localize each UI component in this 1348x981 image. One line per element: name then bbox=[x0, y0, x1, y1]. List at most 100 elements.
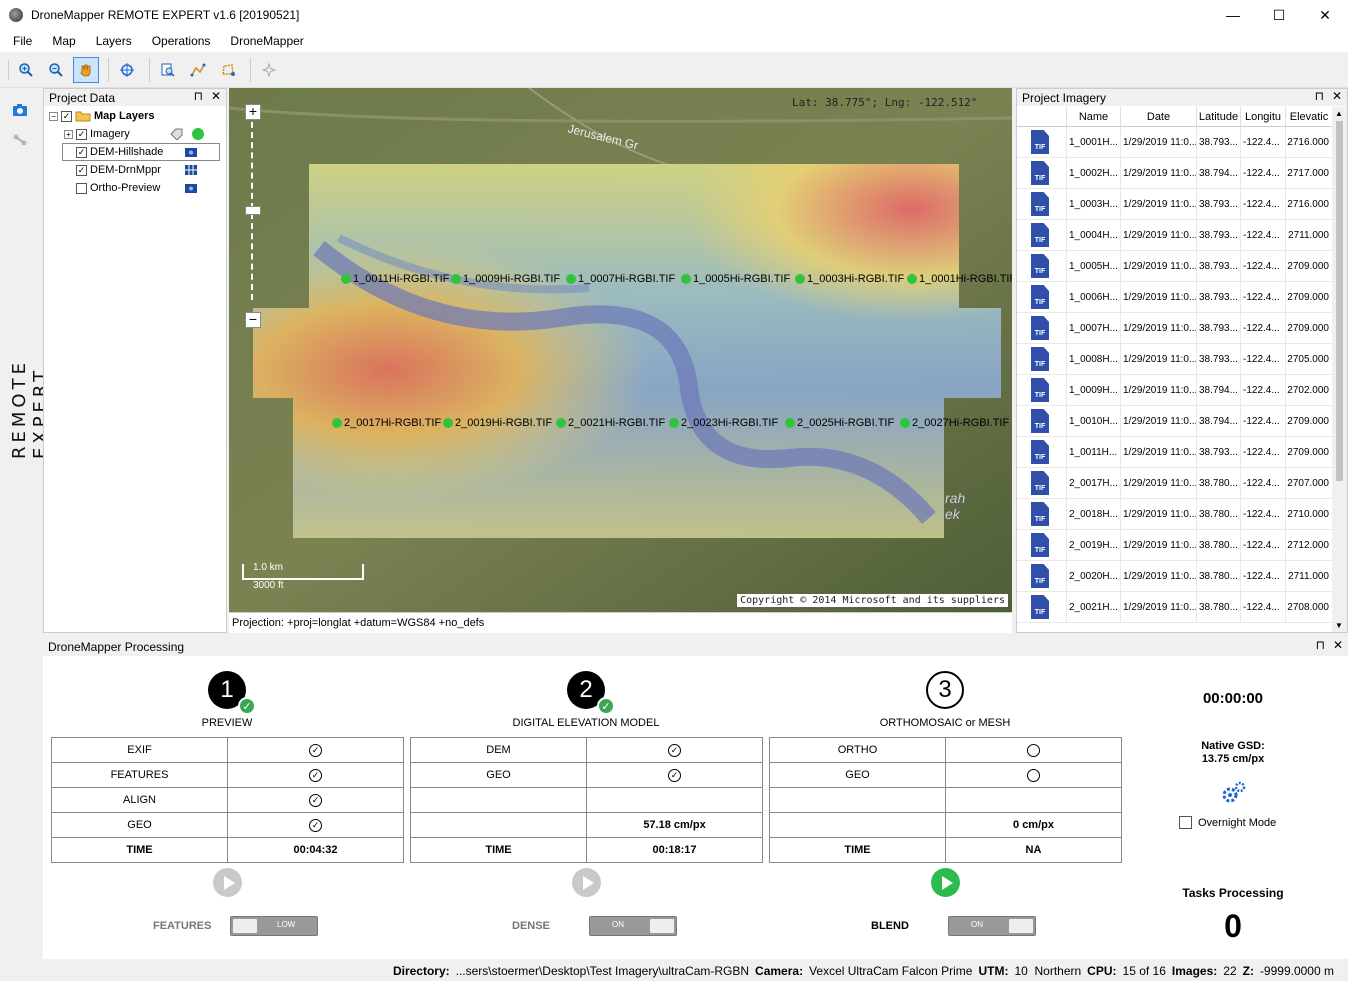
column-header-icon[interactable] bbox=[1017, 107, 1067, 126]
collapse-icon[interactable]: − bbox=[49, 111, 58, 121]
maximize-button[interactable]: ☐ bbox=[1256, 0, 1302, 30]
image-marker[interactable]: 1_0009Hi-RGBI.TIF bbox=[451, 273, 560, 285]
toggle-knob[interactable] bbox=[649, 918, 675, 934]
zoom-out-tool[interactable] bbox=[43, 57, 69, 83]
area-tool[interactable] bbox=[215, 57, 241, 83]
settings-button[interactable] bbox=[1221, 780, 1247, 807]
table-cell: 1_0009H... bbox=[1067, 375, 1121, 405]
toggle-knob[interactable] bbox=[1008, 918, 1034, 934]
utm-value: 10 Northern bbox=[1014, 963, 1082, 978]
table-row[interactable]: TIF 2_0018H... 1/29/2019 11:0... 38.780... -… bbox=[1017, 499, 1333, 530]
menu-map[interactable]: Map bbox=[45, 34, 82, 48]
table-cell: 2711.000 bbox=[1286, 561, 1333, 591]
option-toggle[interactable]: LOW bbox=[230, 916, 318, 936]
table-cell: -122.4... bbox=[1241, 220, 1286, 250]
close-icon[interactable]: ✕ bbox=[1332, 89, 1342, 103]
checkbox[interactable]: ✓ bbox=[76, 146, 87, 158]
image-marker[interactable]: 2_0019Hi-RGBI.TIF bbox=[443, 417, 552, 429]
camera-tab[interactable] bbox=[12, 103, 28, 120]
image-marker[interactable]: 2_0021Hi-RGBI.TIF bbox=[556, 417, 665, 429]
zoom-slider-handle[interactable] bbox=[245, 206, 261, 215]
pan-tool[interactable] bbox=[73, 56, 99, 83]
table-row[interactable]: TIF 2_0020H... 1/29/2019 11:0... 38.780... -… bbox=[1017, 561, 1333, 592]
table-row[interactable]: TIF 1_0003H... 1/29/2019 11:0... 38.793... -… bbox=[1017, 189, 1333, 220]
menu-dronemapper[interactable]: DroneMapper bbox=[223, 34, 310, 48]
run-step-button[interactable] bbox=[572, 868, 601, 897]
table-row[interactable]: TIF 1_0009H... 1/29/2019 11:0... 38.794... -… bbox=[1017, 375, 1333, 406]
check-circle-icon: ✓ bbox=[668, 768, 681, 782]
close-icon[interactable]: ✕ bbox=[1333, 638, 1343, 652]
map-canvas[interactable]: Lat: 38.775°; Lng: -122.512° Jerusalem G… bbox=[229, 88, 1012, 612]
run-step-button[interactable] bbox=[931, 868, 960, 897]
image-marker[interactable]: 2_0017Hi-RGBI.TIF bbox=[332, 417, 441, 429]
image-marker[interactable]: 2_0023Hi-RGBI.TIF bbox=[669, 417, 778, 429]
expand-icon[interactable]: + bbox=[64, 129, 73, 139]
tree-root[interactable]: − ✓ Map Layers bbox=[44, 107, 226, 125]
table-row[interactable]: TIF 1_0007H... 1/29/2019 11:0... 38.793... -… bbox=[1017, 313, 1333, 344]
layer-dem-hillshade[interactable]: ✓ DEM-Hillshade bbox=[62, 143, 220, 161]
select-point-tool[interactable] bbox=[114, 57, 140, 83]
scrollbar-thumb[interactable] bbox=[1336, 121, 1343, 481]
table-row[interactable]: TIF 1_0004H... 1/29/2019 11:0... 38.793... -… bbox=[1017, 220, 1333, 251]
pin-icon[interactable]: ⊓ bbox=[1315, 89, 1324, 103]
run-step-button[interactable] bbox=[213, 868, 242, 897]
table-row[interactable]: TIF 2_0019H... 1/29/2019 11:0... 38.780... -… bbox=[1017, 530, 1333, 561]
image-marker[interactable]: 1_0007Hi-RGBI.TIF bbox=[566, 273, 675, 285]
option-toggle[interactable]: ON bbox=[589, 916, 677, 936]
table-row[interactable]: TIF 1_0005H... 1/29/2019 11:0... 38.793... -… bbox=[1017, 251, 1333, 282]
table-row[interactable]: TIF 1_0008H... 1/29/2019 11:0... 38.793... -… bbox=[1017, 344, 1333, 375]
zoom-in-tool[interactable] bbox=[13, 57, 39, 83]
table-row[interactable]: TIF 2_0017H... 1/29/2019 11:0... 38.780... -… bbox=[1017, 468, 1333, 499]
tif-file-icon: TIF bbox=[1031, 409, 1049, 433]
zoom-in-button[interactable]: + bbox=[245, 104, 261, 120]
column-header[interactable]: Date bbox=[1121, 107, 1197, 126]
measure-tool[interactable] bbox=[185, 57, 211, 83]
table-row[interactable]: TIF 1_0001H... 1/29/2019 11:0... 38.793... -… bbox=[1017, 127, 1333, 158]
menu-layers[interactable]: Layers bbox=[89, 34, 139, 48]
column-header[interactable]: Latitude bbox=[1197, 107, 1241, 126]
disabled-tool[interactable] bbox=[256, 57, 282, 83]
image-marker[interactable]: 2_0027Hi-RGBI.TIF bbox=[900, 417, 1009, 429]
toggle-knob[interactable] bbox=[232, 918, 258, 934]
image-marker[interactable]: 1_0003Hi-RGBI.TIF bbox=[795, 273, 904, 285]
image-marker[interactable]: 1_0005Hi-RGBI.TIF bbox=[681, 273, 790, 285]
column-header[interactable]: Longitu bbox=[1241, 107, 1286, 126]
pin-icon[interactable]: ⊓ bbox=[194, 89, 203, 103]
marker-label: 2_0027Hi-RGBI.TIF bbox=[912, 417, 1010, 429]
layer-dem-drnmppr[interactable]: ✓ DEM-DrnMppr bbox=[44, 161, 226, 179]
column-header[interactable]: Elevatic bbox=[1286, 107, 1333, 126]
checkbox[interactable] bbox=[76, 182, 87, 194]
option-toggle[interactable]: ON bbox=[948, 916, 1036, 936]
menu-file[interactable]: File bbox=[6, 34, 39, 48]
image-marker[interactable]: 1_0001Hi-RGBI.TIF bbox=[907, 273, 1012, 285]
table-row[interactable]: TIF 1_0010H... 1/29/2019 11:0... 38.794... -… bbox=[1017, 406, 1333, 437]
menu-operations[interactable]: Operations bbox=[145, 34, 218, 48]
overnight-mode[interactable]: Overnight Mode bbox=[1179, 816, 1276, 829]
close-button[interactable]: ✕ bbox=[1302, 0, 1348, 30]
table-row[interactable]: TIF 1_0011H... 1/29/2019 11:0... 38.793... -… bbox=[1017, 437, 1333, 468]
checkbox[interactable]: ✓ bbox=[76, 128, 87, 140]
table-row[interactable]: TIF 1_0002H... 1/29/2019 11:0... 38.794... -… bbox=[1017, 158, 1333, 189]
minimize-button[interactable]: — bbox=[1210, 0, 1256, 30]
imagery-scrollbar[interactable]: ▲ ▼ bbox=[1332, 107, 1347, 632]
identify-tool[interactable] bbox=[155, 57, 181, 83]
zoom-out-button[interactable]: − bbox=[245, 312, 261, 328]
pin-icon[interactable]: ⊓ bbox=[1316, 638, 1325, 652]
drone-tab[interactable] bbox=[12, 133, 28, 150]
status-row: 57.18 cm/px bbox=[410, 812, 763, 838]
checkbox[interactable]: ✓ bbox=[61, 110, 72, 122]
table-row[interactable]: TIF 1_0006H... 1/29/2019 11:0... 38.793... -… bbox=[1017, 282, 1333, 313]
checkbox[interactable] bbox=[1179, 816, 1192, 829]
layer-imagery[interactable]: + ✓ Imagery bbox=[44, 125, 226, 143]
image-marker[interactable]: 1_0011Hi-RGBI.TIF bbox=[341, 273, 449, 285]
column-header[interactable]: Name bbox=[1067, 107, 1121, 126]
scroll-up-icon[interactable]: ▲ bbox=[1335, 109, 1343, 118]
checkbox[interactable]: ✓ bbox=[76, 164, 87, 176]
scroll-down-icon[interactable]: ▼ bbox=[1335, 621, 1343, 630]
layer-ortho-preview[interactable]: Ortho-Preview bbox=[44, 179, 226, 197]
image-marker[interactable]: 2_0025Hi-RGBI.TIF bbox=[785, 417, 894, 429]
table-cell: 1_0002H... bbox=[1067, 158, 1121, 188]
table-row[interactable]: TIF 2_0021H... 1/29/2019 11:0... 38.780... -… bbox=[1017, 592, 1333, 623]
title-bar: DroneMapper REMOTE EXPERT v1.6 [20190521… bbox=[0, 0, 1348, 30]
close-icon[interactable]: ✕ bbox=[211, 89, 221, 103]
